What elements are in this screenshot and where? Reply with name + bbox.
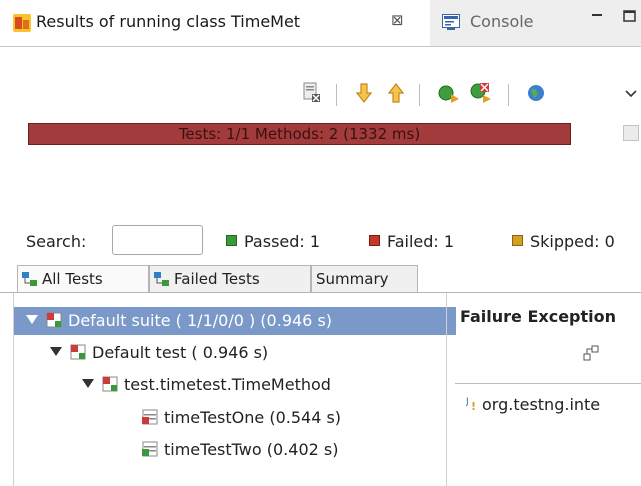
toggle-checkbox[interactable]: [623, 125, 639, 141]
method-failed-icon: [142, 406, 158, 425]
tree-row-method-two[interactable]: timeTestTwo (0.402 s): [142, 436, 338, 464]
pane-splitter[interactable]: [446, 293, 447, 486]
tab-failed-tests[interactable]: Failed Tests: [149, 265, 311, 292]
passed-label: Passed: 1: [244, 232, 321, 251]
rerun-failed-test-icon[interactable]: [470, 82, 492, 104]
globe-icon[interactable]: [527, 84, 545, 102]
test-progress-bar: Tests: 1/1 Methods: 2 (1332 ms): [28, 123, 571, 145]
expand-triangle-icon[interactable]: [82, 379, 94, 388]
export-report-icon[interactable]: [303, 82, 321, 104]
skipped-label: Skipped: 0: [530, 232, 615, 251]
tab-all-tests[interactable]: All Tests: [17, 265, 149, 292]
failure-separator: [455, 383, 641, 384]
test-hierarchy-icon: [154, 272, 169, 286]
toolbar-separator: [419, 84, 420, 106]
tree-row-method-one[interactable]: timeTestOne (0.544 s): [142, 404, 341, 432]
expand-triangle-icon[interactable]: [50, 347, 62, 356]
console-icon: [442, 14, 460, 30]
class-label: test.timetest.TimeMethod: [124, 375, 331, 394]
passed-status-icon: [226, 235, 237, 246]
minimize-icon[interactable]: [591, 9, 603, 27]
testng-icon: [13, 14, 31, 32]
method-one-name: timeTestOne: [164, 408, 265, 427]
failure-exception-header: Failure Exception: [460, 307, 617, 326]
previous-failure-arrow-icon[interactable]: [388, 83, 404, 103]
close-icon[interactable]: ⊠: [391, 11, 404, 29]
exception-icon: J!: [465, 397, 476, 413]
failed-label: Failed: 1: [387, 232, 455, 251]
method-two-name: timeTestTwo: [164, 440, 262, 459]
method-one-time: (0.544 s): [269, 408, 342, 427]
next-failure-arrow-icon[interactable]: [356, 83, 372, 103]
tree-row-class[interactable]: test.timetest.TimeMethod: [82, 371, 331, 399]
console-view-tab[interactable]: [430, 0, 641, 46]
failure-entry-label: org.testng.inte: [482, 395, 601, 414]
rerun-test-icon[interactable]: [438, 83, 460, 103]
passed-count: Passed: 1: [226, 232, 320, 251]
method-passed-icon: [142, 438, 158, 457]
tab-failed-tests-label: Failed Tests: [174, 270, 260, 288]
test-hierarchy-icon: [22, 272, 37, 286]
suite-failed-icon: [46, 309, 62, 328]
stack-filter-icon[interactable]: [583, 345, 599, 361]
failed-count: Failed: 1: [369, 232, 454, 251]
tab-summary-label: Summary: [316, 270, 389, 288]
suite-label: Default suite ( 1/1/0/0 ) (0.946 s): [68, 311, 333, 330]
progress-label: Tests: 1/1 Methods: 2 (1332 ms): [178, 125, 421, 143]
class-failed-icon: [102, 373, 118, 392]
expand-triangle-icon[interactable]: [26, 315, 38, 324]
tab-summary[interactable]: Summary: [311, 265, 418, 292]
console-tab-label: Console: [470, 12, 534, 31]
results-tab-title: Results of running class TimeMet: [36, 12, 301, 31]
skipped-status-icon: [512, 235, 523, 246]
tree-row-suite[interactable]: Default suite ( 1/1/0/0 ) (0.946 s): [14, 307, 456, 335]
toolbar-separator: [508, 84, 509, 106]
view-menu-chevron-icon[interactable]: [624, 89, 638, 99]
search-label: Search:: [26, 232, 87, 251]
failure-stack-entry[interactable]: J! org.testng.inte: [465, 395, 601, 414]
svg-text:!: !: [471, 400, 476, 411]
skipped-count: Skipped: 0: [512, 232, 615, 251]
svg-text:J: J: [466, 397, 469, 407]
test-label: Default test ( 0.946 s): [92, 343, 269, 362]
tree-row-test[interactable]: Default test ( 0.946 s): [50, 339, 268, 367]
method-two-time: (0.402 s): [266, 440, 339, 459]
test-failed-icon: [70, 341, 86, 360]
failed-status-icon: [369, 235, 380, 246]
toolbar-separator: [336, 84, 337, 106]
maximize-icon[interactable]: [623, 9, 637, 27]
tab-all-tests-label: All Tests: [42, 270, 103, 288]
search-input[interactable]: [112, 225, 203, 255]
tab-underline: [0, 292, 641, 293]
